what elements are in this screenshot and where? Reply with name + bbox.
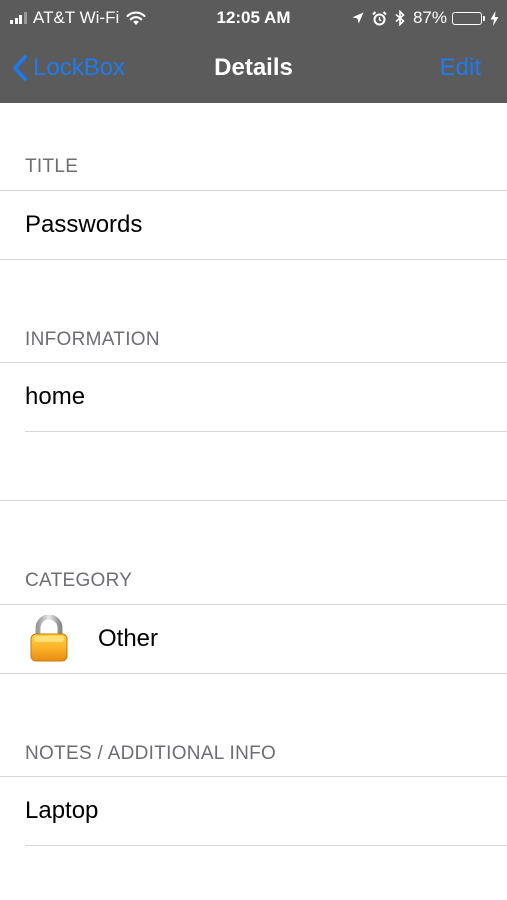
- information-section-header: INFORMATION: [25, 329, 160, 350]
- bluetooth-icon: [395, 10, 405, 26]
- navigation-header: AT&T Wi-Fi 12:05 AM 87% LockBox Details …: [0, 0, 507, 103]
- padlock-icon: [27, 615, 71, 663]
- navigation-bar: LockBox Details Edit: [0, 36, 507, 103]
- battery-percent: 87%: [412, 8, 447, 27]
- status-bar: AT&T Wi-Fi 12:05 AM 87%: [0, 0, 507, 36]
- charging-icon: [490, 10, 499, 26]
- information-cell: home: [0, 363, 507, 431]
- title-value: Passwords: [25, 211, 143, 238]
- category-cell[interactable]: Other: [0, 605, 507, 673]
- status-bar-right: 87%: [344, 8, 499, 28]
- divider: [25, 845, 507, 846]
- title-cell: Passwords: [0, 191, 507, 259]
- category-section-header: CATEGORY: [25, 570, 133, 591]
- title-section-header: TITLE: [25, 156, 79, 177]
- page-title: Details: [214, 54, 293, 81]
- battery-icon: [452, 11, 485, 25]
- notes-cell: Laptop: [0, 777, 507, 845]
- edit-button[interactable]: Edit: [440, 54, 481, 82]
- divider: [0, 259, 507, 260]
- category-value: Other: [98, 625, 159, 652]
- notes-value: Laptop: [25, 797, 99, 824]
- divider: [25, 431, 507, 432]
- notes-section-header: NOTES / ADDITIONAL INFO: [25, 743, 277, 764]
- information-value: home: [25, 383, 86, 410]
- divider: [0, 673, 507, 674]
- location-icon: [352, 12, 364, 24]
- divider: [0, 500, 507, 501]
- alarm-icon: [372, 10, 387, 26]
